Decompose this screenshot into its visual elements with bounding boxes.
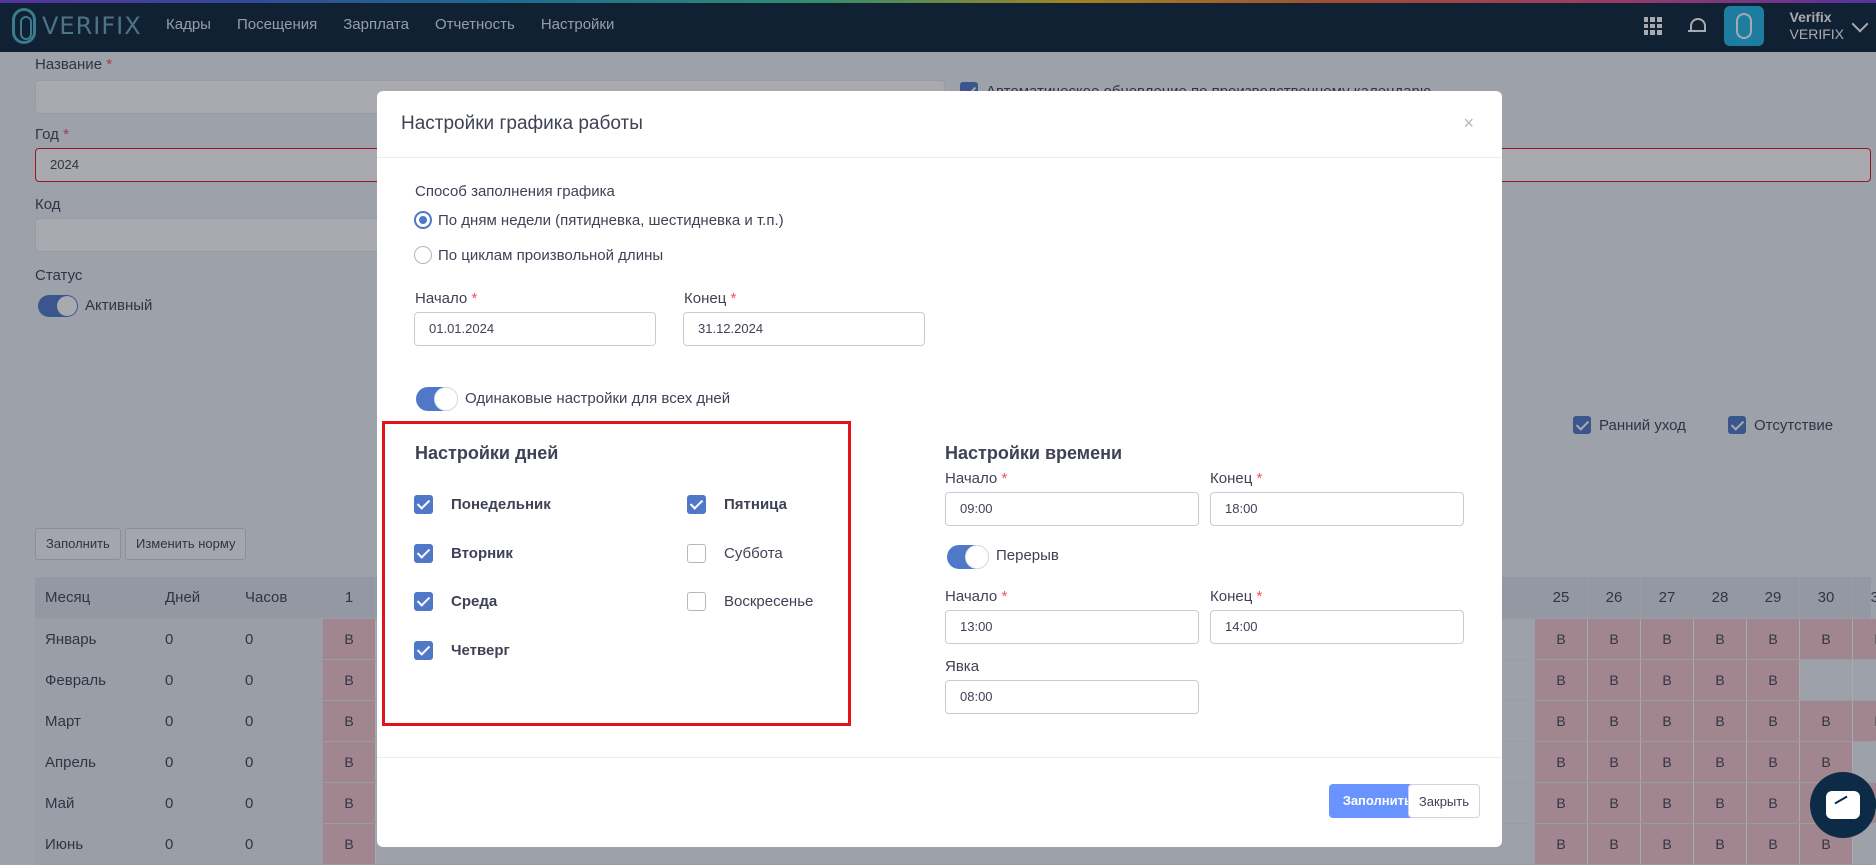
break-label: Перерыв	[996, 547, 1059, 564]
radio-by-cycles-label: По циклам произвольной длины	[438, 246, 664, 264]
start-date-label: Начало *	[415, 290, 478, 307]
break-end-input[interactable]: 14:00	[1210, 610, 1464, 644]
close-button[interactable]: Закрыть	[1407, 784, 1480, 818]
time-start-input[interactable]: 09:00	[945, 492, 1199, 526]
day-label: Суббота	[724, 545, 783, 562]
checkbox-icon	[687, 495, 706, 514]
modal-header: Настройки графика работы	[377, 91, 1502, 158]
close-icon[interactable]: ×	[1463, 113, 1474, 134]
day-label: Воскресенье	[724, 593, 814, 610]
chat-widget-button[interactable]	[1810, 772, 1876, 838]
modal-footer: Заполнить Закрыть	[377, 757, 1502, 847]
radio-by-cycles[interactable]: По циклам произвольной длины	[414, 246, 663, 264]
time-end-label: Конец *	[1210, 470, 1263, 487]
schedule-settings-modal: Настройки графика работы × Способ заполн…	[377, 91, 1502, 847]
same-settings-label: Одинаковые настройки для всех дней	[465, 390, 731, 407]
end-date-input[interactable]: 31.12.2024	[683, 312, 925, 346]
chat-icon	[1826, 791, 1860, 819]
checkbox-icon	[414, 495, 433, 514]
checkbox-icon	[687, 544, 706, 563]
day-label: Понедельник	[451, 496, 551, 513]
day-wednesday[interactable]: Среда	[414, 592, 497, 611]
fill-method-label: Способ заполнения графика	[415, 183, 615, 200]
day-label: Вторник	[451, 545, 513, 562]
day-saturday[interactable]: Суббота	[687, 544, 783, 563]
attendance-label: Явка	[945, 658, 980, 675]
radio-by-weekdays[interactable]: По дням недели (пятидневка, шестидневка …	[414, 211, 784, 229]
break-toggle[interactable]	[947, 545, 989, 569]
break-end-label: Конец *	[1210, 588, 1263, 605]
checkbox-icon	[414, 641, 433, 660]
end-date-label: Конец *	[684, 290, 737, 307]
attendance-input[interactable]: 08:00	[945, 680, 1199, 714]
day-tuesday[interactable]: Вторник	[414, 544, 513, 563]
time-end-input[interactable]: 18:00	[1210, 492, 1464, 526]
days-settings-highlight	[382, 421, 851, 726]
radio-by-weekdays-label: По дням недели (пятидневка, шестидневка …	[438, 211, 784, 229]
day-sunday[interactable]: Воскресенье	[687, 592, 813, 611]
time-settings-title: Настройки времени	[945, 443, 1123, 463]
time-start-label: Начало *	[945, 470, 1008, 487]
days-settings-title: Настройки дней	[415, 443, 559, 463]
break-start-label: Начало *	[945, 588, 1008, 605]
checkbox-icon	[414, 544, 433, 563]
checkbox-icon	[687, 592, 706, 611]
day-friday[interactable]: Пятница	[687, 495, 787, 514]
radio-selected-icon	[414, 211, 432, 229]
day-label: Среда	[451, 593, 498, 610]
day-label: Четверг	[451, 642, 510, 659]
modal-title: Настройки графика работы	[401, 113, 643, 134]
same-settings-toggle[interactable]	[416, 387, 458, 411]
day-monday[interactable]: Понедельник	[414, 495, 551, 514]
checkbox-icon	[414, 592, 433, 611]
day-label: Пятница	[724, 496, 787, 513]
start-date-input[interactable]: 01.01.2024	[414, 312, 656, 346]
break-start-input[interactable]: 13:00	[945, 610, 1199, 644]
day-thursday[interactable]: Четверг	[414, 641, 510, 660]
radio-unselected-icon	[414, 246, 432, 264]
